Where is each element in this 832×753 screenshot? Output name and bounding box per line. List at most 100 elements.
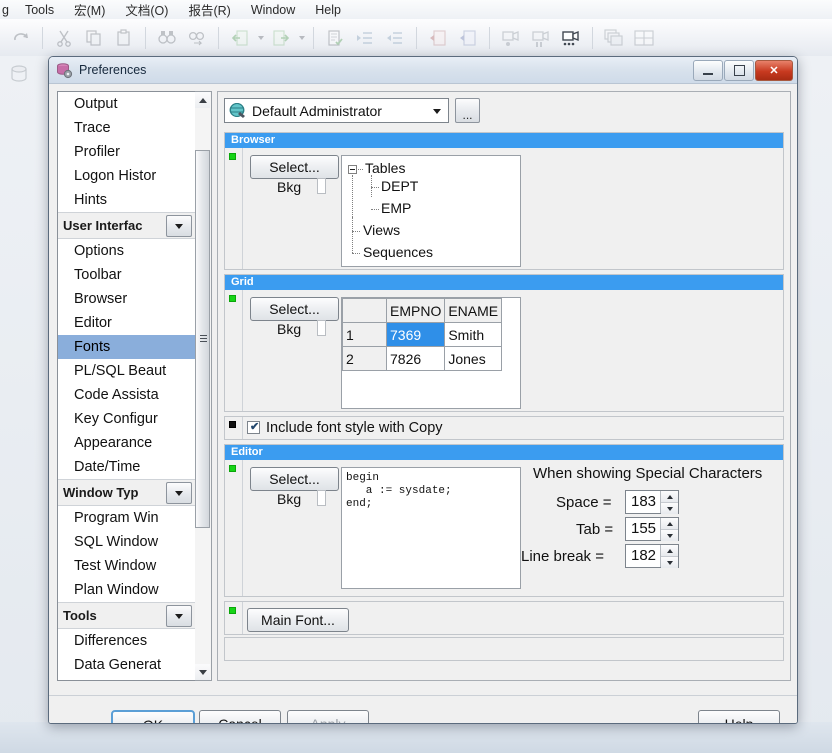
sidebar-scrollbar[interactable] (195, 91, 212, 681)
sidebar-item-toolbar[interactable]: Toolbar (58, 263, 195, 287)
windows-icon[interactable] (601, 25, 627, 51)
indent-icon[interactable] (352, 25, 378, 51)
menu-item-document[interactable]: 文档(O) (115, 0, 178, 19)
grid-cell-empno[interactable]: 7369 (385, 322, 446, 347)
scroll-up-icon[interactable] (195, 92, 210, 108)
paste-icon[interactable] (111, 25, 137, 51)
cut-icon[interactable] (51, 25, 77, 51)
stepper-down-icon[interactable] (661, 529, 678, 541)
outdent-icon[interactable] (382, 25, 408, 51)
space-stepper[interactable] (660, 491, 678, 514)
minimize-button[interactable] (693, 60, 723, 81)
menu-item-tools[interactable]: Tools (15, 3, 64, 17)
scroll-down-icon[interactable] (195, 664, 210, 680)
table-row[interactable]: 2 7826 Jones (342, 346, 503, 371)
grid-cell-ename[interactable]: Smith (444, 322, 503, 347)
sidebar-item-data-generator[interactable]: Data Generat (58, 653, 195, 677)
ok-button[interactable]: OK (111, 710, 195, 723)
table-row[interactable]: 1 7369 Smith (342, 322, 503, 347)
sidebar-item-key-configuration[interactable]: Key Configur (58, 407, 195, 431)
export-icon[interactable] (268, 25, 294, 51)
browser-bkg-color-swatch[interactable] (317, 178, 326, 194)
stepper-down-icon[interactable] (661, 502, 678, 514)
sidebar-item-date-time[interactable]: Date/Time (58, 455, 195, 479)
sidebar-item-code-assistant[interactable]: Code Assista (58, 383, 195, 407)
stepper-up-icon[interactable] (661, 545, 678, 556)
tree-expander-icon[interactable] (348, 165, 357, 174)
profile-options-button[interactable]: ... (455, 98, 480, 123)
find-icon[interactable] (154, 25, 180, 51)
sidebar-item-browser[interactable]: Browser (58, 287, 195, 311)
close-button[interactable]: ✕ (755, 60, 793, 81)
menu-item-macro[interactable]: 宏(M) (64, 0, 115, 19)
grid-select-font-button[interactable]: Select... (250, 297, 339, 321)
sidebar-item-hints[interactable]: Hints (58, 188, 195, 212)
editor-code-preview[interactable]: begin a := sysdate; end; (341, 467, 521, 589)
menu-item-help[interactable]: Help (305, 3, 351, 17)
tree-node-sequences[interactable]: Sequences (363, 244, 433, 260)
sidebar-group-chevron-down-icon[interactable] (166, 215, 192, 237)
sidebar-item-logon-history[interactable]: Logon Histor (58, 164, 195, 188)
record-active-icon[interactable] (558, 25, 584, 51)
execute-icon[interactable] (322, 25, 348, 51)
tree-node-views[interactable]: Views (363, 222, 400, 238)
menu-item-report[interactable]: 报告(R) (178, 0, 240, 19)
import-icon[interactable] (227, 25, 253, 51)
sidebar-item-to-do-list[interactable]: To-Do List (58, 677, 195, 680)
tree-node-tables[interactable]: Tables (365, 160, 405, 176)
tree-node-emp[interactable]: EMP (381, 200, 411, 216)
grid-preview[interactable]: EMPNO ENAME 1 7369 Smith 2 7826 Jones (341, 297, 521, 409)
cancel-button[interactable]: Cancel (199, 710, 281, 723)
step-out-icon[interactable] (455, 25, 481, 51)
sidebar-group-chevron-down-icon[interactable] (166, 482, 192, 504)
copy-icon[interactable] (81, 25, 107, 51)
sidebar-group-user-interface[interactable]: User Interfac (58, 212, 195, 239)
sidebar-item-plan-window[interactable]: Plan Window (58, 578, 195, 602)
editor-select-font-button[interactable]: Select... (250, 467, 339, 491)
grid-bkg-color-swatch[interactable] (317, 320, 326, 336)
sidebar-group-window-types[interactable]: Window Typ (58, 479, 195, 506)
line-break-stepper[interactable] (660, 545, 678, 568)
stepper-down-icon[interactable] (661, 556, 678, 568)
sidebar-item-appearance[interactable]: Appearance (58, 431, 195, 455)
play-icon[interactable] (528, 25, 554, 51)
sidebar-item-plsql-beautifier[interactable]: PL/SQL Beaut (58, 359, 195, 383)
scrollbar-thumb[interactable] (195, 150, 210, 528)
step-into-icon[interactable] (425, 25, 451, 51)
sidebar-item-fonts[interactable]: Fonts (58, 335, 195, 359)
apply-button[interactable]: Apply (287, 710, 369, 723)
chevron-down-icon[interactable] (433, 109, 441, 114)
import-dropdown-icon[interactable] (255, 25, 266, 51)
grid-cell-ename[interactable]: Jones (444, 346, 503, 371)
include-font-style-checkbox[interactable]: ✔ (247, 421, 260, 434)
stepper-up-icon[interactable] (661, 491, 678, 502)
help-button[interactable]: Help (698, 710, 780, 723)
export-dropdown-icon[interactable] (296, 25, 307, 51)
tab-stepper[interactable] (660, 518, 678, 541)
profile-combobox[interactable]: Default Administrator (224, 98, 449, 123)
sidebar-item-sql-window[interactable]: SQL Window (58, 530, 195, 554)
grid-cell-empno[interactable]: 7826 (385, 346, 446, 371)
sidebar-item-editor[interactable]: Editor (58, 311, 195, 335)
browser-tree-preview[interactable]: Tables DEPT EMP Views Sequences (341, 155, 521, 267)
line-break-spinner[interactable]: 182 (625, 544, 679, 568)
dialog-title-bar[interactable]: Preferences ✕ (49, 57, 797, 84)
grid-icon[interactable] (631, 25, 657, 51)
sidebar-item-test-window[interactable]: Test Window (58, 554, 195, 578)
sidebar-group-chevron-down-icon[interactable] (166, 605, 192, 627)
sidebar-item-output[interactable]: Output (58, 92, 195, 116)
sidebar-group-tools[interactable]: Tools (58, 602, 195, 629)
tree-node-dept[interactable]: DEPT (381, 178, 418, 194)
sidebar-item-options[interactable]: Options (58, 239, 195, 263)
maximize-button[interactable] (724, 60, 754, 81)
main-font-button[interactable]: Main Font... (247, 608, 349, 632)
redo-icon[interactable] (8, 25, 34, 51)
sidebar-item-profiler[interactable]: Profiler (58, 140, 195, 164)
editor-bkg-color-swatch[interactable] (317, 490, 326, 506)
browser-select-font-button[interactable]: Select... (250, 155, 339, 179)
tab-spinner[interactable]: 155 (625, 517, 679, 541)
sidebar-item-trace[interactable]: Trace (58, 116, 195, 140)
stepper-up-icon[interactable] (661, 518, 678, 529)
preferences-category-list[interactable]: Output Trace Profiler Logon Histor Hints… (57, 91, 196, 681)
sidebar-item-program-window[interactable]: Program Win (58, 506, 195, 530)
